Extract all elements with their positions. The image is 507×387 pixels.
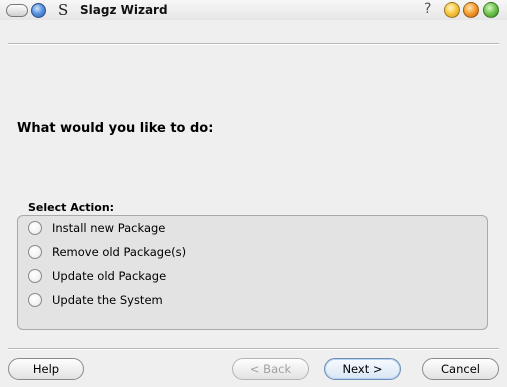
maximize-button[interactable] — [463, 2, 479, 18]
title-bar: S Slagz Wizard ? — [0, 0, 507, 20]
help-button[interactable]: Help — [8, 358, 84, 380]
sticky-button[interactable] — [31, 3, 46, 18]
option-update-old-package[interactable]: Update old Package — [28, 267, 166, 285]
select-action-label: Select Action: — [28, 201, 115, 214]
close-button[interactable] — [483, 2, 499, 18]
option-install-new-package[interactable]: Install new Package — [28, 219, 165, 237]
radio-button[interactable] — [28, 221, 42, 235]
bottom-divider — [8, 348, 499, 350]
radio-button[interactable] — [28, 245, 42, 259]
option-label: Update old Package — [52, 269, 167, 283]
option-remove-old-packages[interactable]: Remove old Package(s) — [28, 243, 186, 261]
next-button[interactable]: Next > — [324, 358, 401, 380]
radio-button[interactable] — [28, 269, 42, 283]
wizard-window: S Slagz Wizard ? What would you like to … — [0, 0, 507, 387]
option-label: Remove old Package(s) — [52, 245, 187, 259]
minimize-button[interactable] — [444, 2, 460, 18]
radio-button[interactable] — [28, 293, 42, 307]
option-label: Install new Package — [52, 221, 166, 235]
option-update-the-system[interactable]: Update the System — [28, 291, 163, 309]
window-title: Slagz Wizard — [80, 3, 168, 17]
page-title: What would you like to do: — [17, 121, 214, 136]
help-icon[interactable]: ? — [424, 1, 431, 17]
window-menu-button[interactable] — [6, 4, 28, 17]
app-icon: S — [58, 1, 69, 19]
cancel-button[interactable]: Cancel — [422, 358, 499, 380]
option-label: Update the System — [52, 293, 163, 307]
top-divider — [8, 43, 499, 45]
back-button[interactable]: < Back — [232, 358, 309, 380]
